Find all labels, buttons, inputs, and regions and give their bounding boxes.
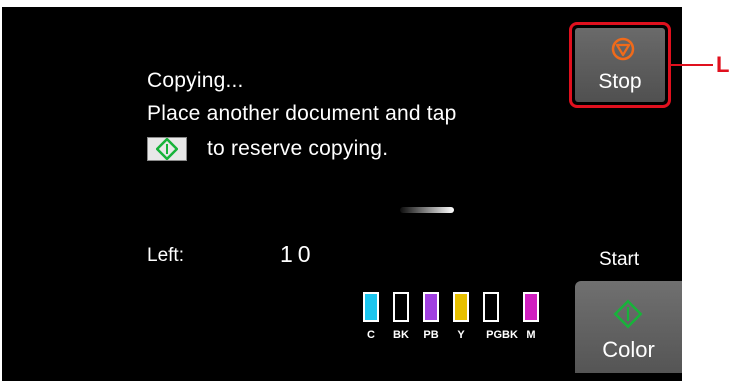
ink-tank-c <box>363 292 379 322</box>
stop-icon <box>611 37 635 61</box>
ink-label-m: M <box>526 329 536 341</box>
color-label: Color <box>602 337 655 362</box>
ink-label-y: Y <box>457 329 465 341</box>
ink-tank-pgbk <box>483 292 499 322</box>
start-caption: Start <box>599 249 640 270</box>
ink-tank-pb <box>423 292 439 322</box>
progress-indicator <box>400 207 454 213</box>
status-message: Copying... <box>147 69 244 92</box>
ink-label-c: C <box>367 329 375 341</box>
ink-label-bk: BK <box>393 329 409 341</box>
stop-button[interactable]: Stop <box>569 22 671 108</box>
instruction-line-1: Place another document and tap <box>147 102 457 125</box>
ink-label-pb: PB <box>423 329 439 341</box>
callout-letter: L <box>716 52 730 77</box>
stop-label: Stop <box>598 70 642 93</box>
start-diamond-icon <box>613 299 643 329</box>
ink-tank-m <box>523 292 539 322</box>
instruction-line-2: to reserve copying. <box>207 137 389 160</box>
start-diamond-icon <box>147 137 187 161</box>
callout-line <box>671 64 713 66</box>
color-start-button[interactable]: Color <box>575 281 682 373</box>
ink-tank-bk <box>393 292 409 322</box>
copies-left-label: Left: <box>147 245 184 266</box>
copies-left-value: 10 <box>280 241 316 267</box>
ink-tank-y <box>453 292 469 322</box>
